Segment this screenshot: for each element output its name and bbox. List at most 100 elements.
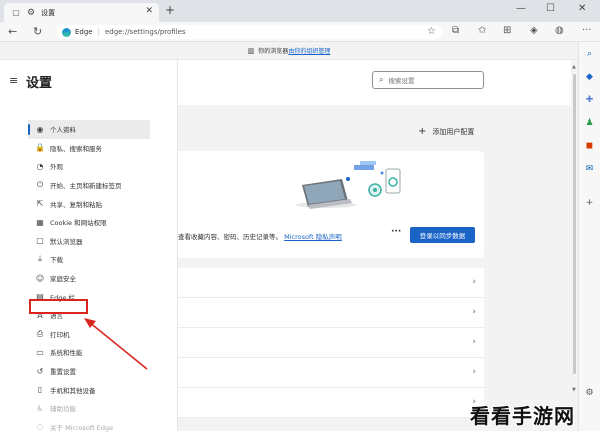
accessibility-icon: ♿: [34, 404, 46, 413]
edge-logo-icon: [62, 28, 71, 37]
edge-icon: ◌: [34, 422, 46, 431]
refresh-icon[interactable]: ↻: [33, 25, 42, 38]
tools-icon[interactable]: ✚: [584, 95, 595, 106]
sidebar-item-label: 辅助功能: [50, 403, 76, 413]
scrollbar[interactable]: ▲ ▼: [571, 60, 578, 431]
sidebar-item-download[interactable]: ⤓ 下载: [28, 250, 150, 269]
sidebar-item-label: 外观: [50, 161, 63, 171]
games-icon[interactable]: ♟: [584, 118, 595, 129]
sidebar-item-palette[interactable]: ◔ 外观: [28, 157, 150, 176]
sign-in-sync-button[interactable]: 登录以同步数据: [410, 227, 475, 243]
lock-icon: 🔒: [34, 143, 46, 152]
list-item[interactable]: ›: [178, 358, 484, 388]
sidebar-item-profile[interactable]: ◉个人资料: [28, 120, 150, 139]
search-input[interactable]: ⌕ 搜索设置: [372, 71, 484, 89]
outlook-icon[interactable]: ✉: [584, 164, 595, 175]
profile-card: 查看收藏内容、密码、历史记录等。 Microsoft 隐私声明 ··· 登录以同…: [178, 151, 484, 258]
settings-sidebar: ≡ 设置 ◉个人资料 🔒 隐私、搜索和服务 ◔ 外观 ⏻ 开始、主页和新建标签页 ⇱ 共享、复制…: [0, 60, 178, 431]
address-brand: Edge: [75, 28, 93, 36]
reset-icon: ↺: [34, 367, 46, 376]
sidebar-settings-icon[interactable]: ⚙: [584, 388, 595, 399]
sidebar-item-label: 个人资料: [50, 124, 76, 134]
sync-text: 查看收藏内容、密码、历史记录等。: [178, 233, 282, 241]
sidebar-item-accessibility[interactable]: ♿ 辅助功能: [28, 399, 150, 418]
search-icon[interactable]: ⌕: [584, 49, 595, 60]
menu-icon[interactable]: ≡: [9, 74, 18, 87]
office-icon[interactable]: ◼: [584, 141, 595, 152]
sidebar-item-site-permissions[interactable]: ▦Cookie 和网站权限: [28, 213, 150, 232]
add-profile-button[interactable]: + 添加用户配置: [418, 126, 474, 137]
sidebar-item-share[interactable]: ⇱ 共享、复制和粘贴: [28, 194, 150, 213]
sidebar-item-label: 开始、主页和新建标签页: [50, 180, 122, 190]
search-placeholder: 搜索设置: [388, 75, 414, 85]
profile-settings-list: › › › › ›: [178, 268, 484, 418]
window-close-button[interactable]: ✕: [578, 3, 586, 14]
favorite-star-icon[interactable]: ☆: [427, 26, 436, 37]
privacy-statement-link[interactable]: Microsoft 隐私声明: [284, 233, 342, 241]
settings-nav: ◉个人资料 🔒 隐私、搜索和服务 ◔ 外观 ⏻ 开始、主页和新建标签页 ⇱ 共享、复制和粘贴 ▦C…: [28, 120, 150, 436]
list-item[interactable]: ›: [178, 388, 484, 418]
sidebar-item-label: 系统和性能: [50, 347, 83, 357]
palette-icon: ◔: [34, 162, 46, 171]
more-options-button[interactable]: ···: [391, 227, 401, 237]
settings-page: ≡ 设置 ◉个人资料 🔒 隐私、搜索和服务 ◔ 外观 ⏻ 开始、主页和新建标签页 ⇱ 共享、复制…: [0, 60, 578, 431]
sidebar-item-browser[interactable]: ▢默认浏览器: [28, 232, 150, 251]
address-bar-row: ← ↻ Edge | edge://settings/profiles ☆ ⧉ …: [0, 22, 600, 42]
settings-main: ⌕ 搜索设置 + 添加用户配置: [178, 60, 578, 431]
shopping-icon[interactable]: ◆: [584, 72, 595, 83]
sidebar-item-label: 关于 Microsoft Edge: [50, 422, 113, 432]
add-sidebar-app-icon[interactable]: +: [584, 198, 595, 209]
tab-actions-icon[interactable]: ▢: [11, 8, 21, 18]
scrollbar-thumb[interactable]: [573, 74, 576, 374]
browser-essentials-icon[interactable]: ◈: [530, 25, 538, 36]
edge-sidebar: ⌕ ◆ ✚ ♟ ◼ ✉ + ⚙: [578, 42, 600, 431]
new-tab-button[interactable]: +: [165, 3, 175, 17]
page-title: 设置: [26, 72, 52, 91]
share-icon: ⇱: [34, 199, 46, 208]
tab-settings[interactable]: ▢ ⚙ 设置 ✕: [4, 3, 159, 22]
sidebar-item-system[interactable]: ▭ 系统和性能: [28, 343, 150, 362]
sidebar-item-family[interactable]: ☺家庭安全: [28, 269, 150, 288]
sidebar-item-printer[interactable]: ⎙打印机: [28, 325, 150, 344]
sidebar-item-label: 下载: [50, 254, 63, 264]
power-icon: ⏻: [34, 180, 46, 190]
sidebar-item-label: 手机和其他设备: [50, 385, 96, 395]
back-icon[interactable]: ←: [8, 25, 17, 38]
sync-description: 查看收藏内容、密码、历史记录等。 Microsoft 隐私声明: [178, 231, 342, 241]
more-menu-icon[interactable]: ···: [582, 25, 592, 36]
sidebar-item-label: 隐私、搜索和服务: [50, 143, 102, 153]
tab-bar: ▢ ⚙ 设置 ✕ + — ☐ ✕: [0, 0, 600, 22]
minimize-button[interactable]: —: [516, 3, 526, 14]
list-item[interactable]: ›: [178, 298, 484, 328]
sidebar-item-power[interactable]: ⏻ 开始、主页和新建标签页: [28, 176, 150, 195]
sidebar-item-phone[interactable]: ▯ 手机和其他设备: [28, 380, 150, 399]
close-tab-icon[interactable]: ✕: [145, 6, 153, 16]
list-item[interactable]: ›: [178, 268, 484, 298]
phone-icon: ▯: [34, 385, 46, 394]
sidebar-item-label: 家庭安全: [50, 273, 76, 283]
search-icon: ⌕: [379, 75, 383, 85]
plus-icon: +: [418, 126, 426, 137]
sidebar-item-label: 重置设置: [50, 366, 76, 376]
sidebar-item-edge[interactable]: ◌ 关于 Microsoft Edge: [28, 418, 150, 436]
managed-banner-link[interactable]: 由你的组织管理: [288, 46, 330, 55]
maximize-button[interactable]: ☐: [546, 3, 555, 14]
profile-avatar-icon[interactable]: ◍: [555, 25, 564, 36]
sync-illustration: [288, 157, 418, 217]
system-icon: ▭: [34, 348, 46, 357]
favorites-icon[interactable]: ✩: [478, 25, 486, 36]
sidebar-item-lock[interactable]: 🔒 隐私、搜索和服务: [28, 139, 150, 158]
download-icon: ⤓: [34, 254, 46, 264]
scroll-up-icon[interactable]: ▲: [572, 64, 576, 70]
scroll-down-icon[interactable]: ▼: [572, 387, 576, 393]
managed-banner-text: 你的浏览器: [258, 46, 288, 55]
extensions-icon[interactable]: ⧉: [452, 25, 459, 36]
collections-icon[interactable]: ⊞: [503, 25, 511, 36]
sidebar-item-label: 共享、复制和粘贴: [50, 199, 102, 209]
address-field[interactable]: Edge | edge://settings/profiles ☆: [57, 25, 442, 39]
list-item[interactable]: ›: [178, 328, 484, 358]
sidebar-item-label: 打印机: [50, 329, 70, 339]
gear-icon: ⚙: [27, 8, 35, 18]
add-profile-label: 添加用户配置: [432, 127, 474, 137]
sidebar-item-reset[interactable]: ↺ 重置设置: [28, 362, 150, 381]
